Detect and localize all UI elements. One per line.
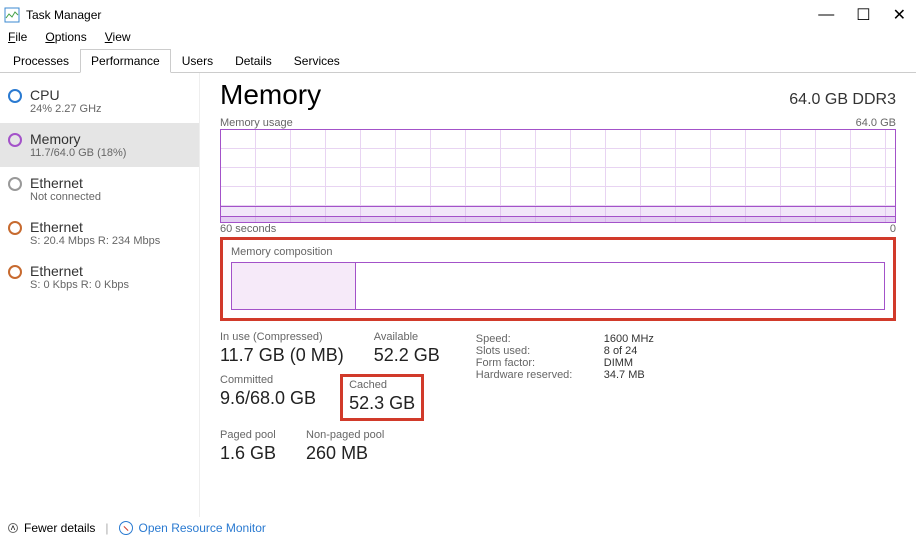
kv-hw-key: Hardware reserved: xyxy=(476,369,586,381)
main-panel: Memory 64.0 GB DDR3 Memory usage 64.0 GB… xyxy=(200,73,916,517)
stat-inuse-label: In use (Compressed) xyxy=(220,331,344,343)
stat-cached-value: 52.3 GB xyxy=(349,393,415,414)
sidebar-item-sub: Not connected xyxy=(30,191,101,203)
stat-available-label: Available xyxy=(374,331,440,343)
stat-paged-value: 1.6 GB xyxy=(220,443,276,464)
menu-file[interactable]: File xyxy=(8,30,27,44)
composition-inuse-segment xyxy=(232,263,356,309)
page-title: Memory xyxy=(220,79,321,111)
sidebar-item-sub: S: 0 Kbps R: 0 Kbps xyxy=(30,279,129,291)
tab-services[interactable]: Services xyxy=(283,49,351,73)
footer-separator: | xyxy=(105,521,108,535)
sidebar-item-sub: 11.7/64.0 GB (18%) xyxy=(30,147,126,159)
ethernet-ring-icon xyxy=(8,221,22,235)
open-resource-monitor-link[interactable]: Open Resource Monitor xyxy=(119,521,266,535)
usage-area-inner xyxy=(221,216,895,222)
ethernet-ring-icon xyxy=(8,177,22,191)
kv-speed-val: 1600 MHz xyxy=(604,333,654,345)
kv-slots-key: Slots used: xyxy=(476,345,586,357)
highlight-cached-box: Cached 52.3 GB xyxy=(340,374,424,421)
ethernet-ring-icon xyxy=(8,265,22,279)
sidebar-item-label: Ethernet xyxy=(30,263,129,279)
memory-usage-chart xyxy=(220,129,896,223)
stat-cached-label: Cached xyxy=(349,379,415,391)
footer: ˄ Fewer details | Open Resource Monitor xyxy=(8,521,266,535)
highlight-composition-box: Memory composition xyxy=(220,237,896,321)
sidebar-item-cpu[interactable]: CPU 24% 2.27 GHz xyxy=(0,79,199,123)
sidebar: CPU 24% 2.27 GHz Memory 11.7/64.0 GB (18… xyxy=(0,73,200,517)
composition-label: Memory composition xyxy=(231,246,885,258)
sidebar-item-memory[interactable]: Memory 11.7/64.0 GB (18%) xyxy=(0,123,199,167)
resource-monitor-icon xyxy=(119,521,133,535)
sidebar-item-sub: 24% 2.27 GHz xyxy=(30,103,102,115)
stat-available-value: 52.2 GB xyxy=(374,345,440,366)
sidebar-item-label: Ethernet xyxy=(30,175,101,191)
memory-composition-bar xyxy=(231,262,885,310)
usage-chart-max: 64.0 GB xyxy=(856,117,896,129)
fewer-details-button[interactable]: ˄ Fewer details xyxy=(8,521,95,535)
chevron-up-icon: ˄ xyxy=(8,523,18,533)
minimize-button[interactable]: — xyxy=(818,6,834,24)
kv-slots-val: 8 of 24 xyxy=(604,345,638,357)
memory-spec: 64.0 GB DDR3 xyxy=(789,91,896,109)
window-title: Task Manager xyxy=(26,8,101,22)
usage-chart-label: Memory usage xyxy=(220,117,293,129)
tab-users[interactable]: Users xyxy=(171,49,224,73)
kv-form-key: Form factor: xyxy=(476,357,586,369)
stat-committed-label: Committed xyxy=(220,374,316,386)
axis-right: 0 xyxy=(890,223,896,235)
stat-nonpaged-label: Non-paged pool xyxy=(306,429,384,441)
sidebar-item-label: Memory xyxy=(30,131,126,147)
close-button[interactable]: ✕ xyxy=(893,5,906,25)
titlebar: Task Manager — ☐ ✕ xyxy=(0,0,916,30)
tab-performance[interactable]: Performance xyxy=(80,49,171,73)
sidebar-item-ethernet-1[interactable]: Ethernet S: 20.4 Mbps R: 234 Mbps xyxy=(0,211,199,255)
stat-paged-label: Paged pool xyxy=(220,429,276,441)
stat-inuse-value: 11.7 GB (0 MB) xyxy=(220,345,344,366)
sidebar-item-ethernet-0[interactable]: Ethernet Not connected xyxy=(0,167,199,211)
stat-nonpaged-value: 260 MB xyxy=(306,443,384,464)
axis-left: 60 seconds xyxy=(220,223,276,235)
kv-form-val: DIMM xyxy=(604,357,633,369)
sidebar-item-sub: S: 20.4 Mbps R: 234 Mbps xyxy=(30,235,160,247)
sidebar-item-ethernet-2[interactable]: Ethernet S: 0 Kbps R: 0 Kbps xyxy=(0,255,199,299)
menubar: File Options View xyxy=(0,30,916,48)
memory-ring-icon xyxy=(8,133,22,147)
taskmanager-icon xyxy=(4,7,20,23)
tabstrip: Processes Performance Users Details Serv… xyxy=(0,48,916,73)
kv-speed-key: Speed: xyxy=(476,333,586,345)
maximize-button[interactable]: ☐ xyxy=(856,5,870,25)
sidebar-item-label: CPU xyxy=(30,87,102,103)
sidebar-item-label: Ethernet xyxy=(30,219,160,235)
menu-view[interactable]: View xyxy=(105,30,131,44)
tab-details[interactable]: Details xyxy=(224,49,283,73)
cpu-ring-icon xyxy=(8,89,22,103)
stat-committed-value: 9.6/68.0 GB xyxy=(220,388,316,409)
kv-hw-val: 34.7 MB xyxy=(604,369,645,381)
menu-options[interactable]: Options xyxy=(45,30,86,44)
tab-processes[interactable]: Processes xyxy=(2,49,80,73)
